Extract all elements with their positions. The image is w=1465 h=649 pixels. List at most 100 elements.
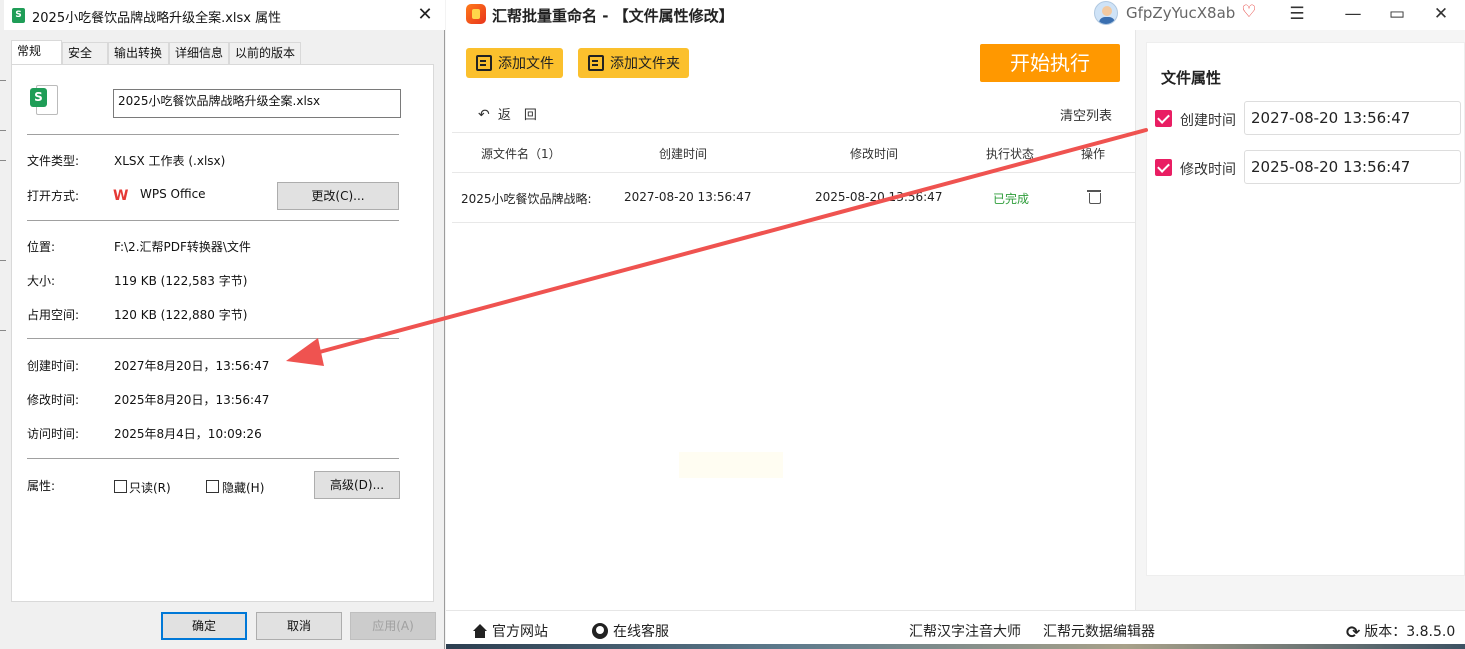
size-label: 大小:	[27, 274, 56, 288]
general-pane: S 2025小吃餐饮品牌战略升级全案.xlsx 文件类型: XLSX 工作表 (…	[11, 64, 434, 602]
created-time-checkbox[interactable]	[1155, 110, 1172, 127]
divider	[452, 132, 1135, 133]
official-site-label: 官方网站	[492, 624, 548, 640]
dialog-title: 2025小吃餐饮品牌战略升级全案.xlsx 属性	[32, 11, 282, 26]
hidden-label[interactable]: 隐藏(H)	[222, 479, 264, 496]
accessed-value: 2025年8月4日，10:09:26	[114, 427, 262, 441]
wps-icon: W	[113, 188, 129, 204]
modified-time-label: 修改时间	[1180, 162, 1236, 178]
add-file-button[interactable]: 添加文件	[466, 48, 563, 78]
back-label: 返 回	[497, 108, 537, 123]
location-value: F:\2.汇帮PDF转换器\文件	[114, 240, 251, 254]
add-folder-icon	[588, 55, 604, 71]
undo-icon: ↶	[478, 107, 490, 123]
xlsx-file-icon: S	[12, 8, 25, 23]
disk-size-value: 120 KB (122,880 字节)	[114, 308, 248, 322]
readonly-label[interactable]: 只读(R)	[129, 479, 171, 496]
advanced-button[interactable]: 高级(D)...	[314, 471, 400, 499]
col-header-created: 创建时间	[659, 147, 708, 161]
app-window: 汇帮批量重命名 - 【文件属性修改】 GfpZyYucX8ab ♡ ☰ — ▭ …	[446, 0, 1465, 649]
tab-general[interactable]: 常规	[11, 40, 62, 64]
panel-title: 文件属性	[1161, 69, 1222, 87]
start-button[interactable]: 开始执行	[980, 44, 1120, 82]
home-icon	[472, 624, 488, 638]
username[interactable]: GfpZyYucX8ab	[1126, 4, 1235, 22]
support-icon	[592, 623, 608, 639]
modified-time-input[interactable]: 2025-08-20 13:56:47	[1244, 150, 1461, 184]
spreadsheet-icon: S	[30, 85, 58, 115]
dialog-close-icon[interactable]: ✕	[410, 3, 440, 27]
modified-time-checkbox[interactable]	[1155, 159, 1172, 176]
created-value: 2027年8月20日，13:56:47	[114, 359, 270, 373]
col-header-name: 源文件名（1）	[481, 147, 561, 161]
add-folder-label: 添加文件夹	[610, 56, 680, 72]
left-edge	[0, 0, 6, 649]
filename-input[interactable]: 2025小吃餐饮品牌战略升级全案.xlsx	[113, 89, 401, 118]
created-time-input[interactable]: 2027-08-20 13:56:47	[1244, 101, 1461, 135]
tab-previous-versions[interactable]: 以前的版本	[229, 42, 301, 64]
close-icon[interactable]: ✕	[1428, 2, 1454, 26]
app-logo-icon	[466, 4, 486, 24]
disk-size-label: 占用空间:	[27, 308, 80, 322]
file-type-label: 文件类型:	[27, 154, 80, 168]
edge-tick	[0, 80, 6, 81]
menu-icon[interactable]: ☰	[1284, 2, 1310, 26]
divider	[452, 222, 1135, 223]
tab-details[interactable]: 详细信息	[169, 42, 229, 64]
change-button[interactable]: 更改(C)...	[277, 182, 399, 210]
hidden-checkbox[interactable]	[206, 480, 219, 493]
version-label: 版本：3.8.5.0	[1364, 624, 1456, 640]
ok-button[interactable]: 确定	[161, 612, 247, 640]
vertical-divider	[1135, 30, 1136, 610]
online-service-label: 在线客服	[613, 624, 669, 640]
edge-tick	[0, 330, 6, 331]
attributes-label: 属性:	[27, 479, 56, 493]
tool-link-pinyin[interactable]: 汇帮汉字注音大师	[909, 621, 1021, 641]
add-folder-button[interactable]: 添加文件夹	[578, 48, 689, 78]
minimize-icon[interactable]: —	[1340, 2, 1366, 26]
tab-security[interactable]: 安全	[62, 42, 108, 64]
file-attributes-panel: 文件属性 创建时间 2027-08-20 13:56:47 修改时间 2025-…	[1146, 42, 1465, 576]
s-badge: S	[30, 88, 47, 107]
readonly-checkbox[interactable]	[114, 480, 127, 493]
edge-tick	[0, 160, 6, 161]
app-titlebar: 汇帮批量重命名 - 【文件属性修改】 GfpZyYucX8ab ♡ ☰ — ▭ …	[446, 0, 1465, 30]
back-button[interactable]: ↶ 返 回	[478, 104, 537, 123]
edge-tick	[0, 130, 6, 131]
official-site-link[interactable]: 官方网站	[472, 621, 548, 641]
cancel-button[interactable]: 取消	[256, 612, 342, 640]
tool-link-metadata[interactable]: 汇帮元数据编辑器	[1043, 621, 1155, 641]
app-title: 汇帮批量重命名 - 【文件属性修改】	[492, 7, 734, 25]
delete-icon[interactable]	[1087, 189, 1101, 204]
row-status: 已完成	[993, 192, 1030, 206]
divider	[452, 172, 1135, 173]
maximize-icon[interactable]: ▭	[1384, 2, 1410, 26]
location-label: 位置:	[27, 240, 56, 254]
edge-tick	[0, 260, 6, 261]
apply-button[interactable]: 应用(A)	[350, 612, 436, 640]
size-value: 119 KB (122,583 字节)	[114, 274, 248, 288]
separator	[27, 220, 399, 221]
row-created: 2027-08-20 13:56:47	[624, 190, 752, 204]
clear-list-button[interactable]: 清空列表	[1060, 105, 1112, 124]
user-avatar[interactable]	[1094, 1, 1118, 25]
vip-icon[interactable]: ♡	[1239, 3, 1259, 21]
modified-value: 2025年8月20日，13:56:47	[114, 393, 270, 407]
separator	[27, 134, 399, 135]
open-with-value: WPS Office	[140, 187, 206, 201]
modified-label: 修改时间:	[27, 393, 80, 407]
online-service-link[interactable]: 在线客服	[592, 621, 669, 641]
add-file-icon	[476, 55, 492, 71]
separator	[27, 458, 399, 459]
taskbar-strip	[446, 644, 1465, 649]
version-info[interactable]: ⟳ 版本：3.8.5.0	[1346, 621, 1455, 643]
separator	[27, 338, 399, 339]
row-modified: 2025-08-20 13:56:47	[815, 190, 943, 204]
tab-output-convert[interactable]: 输出转换	[108, 42, 169, 64]
faint-overlay	[679, 452, 783, 478]
col-header-status: 执行状态	[986, 147, 1035, 161]
add-file-label: 添加文件	[498, 56, 554, 72]
created-label: 创建时间:	[27, 359, 80, 373]
refresh-icon: ⟳	[1346, 623, 1361, 643]
file-type-value: XLSX 工作表 (.xlsx)	[114, 154, 226, 168]
